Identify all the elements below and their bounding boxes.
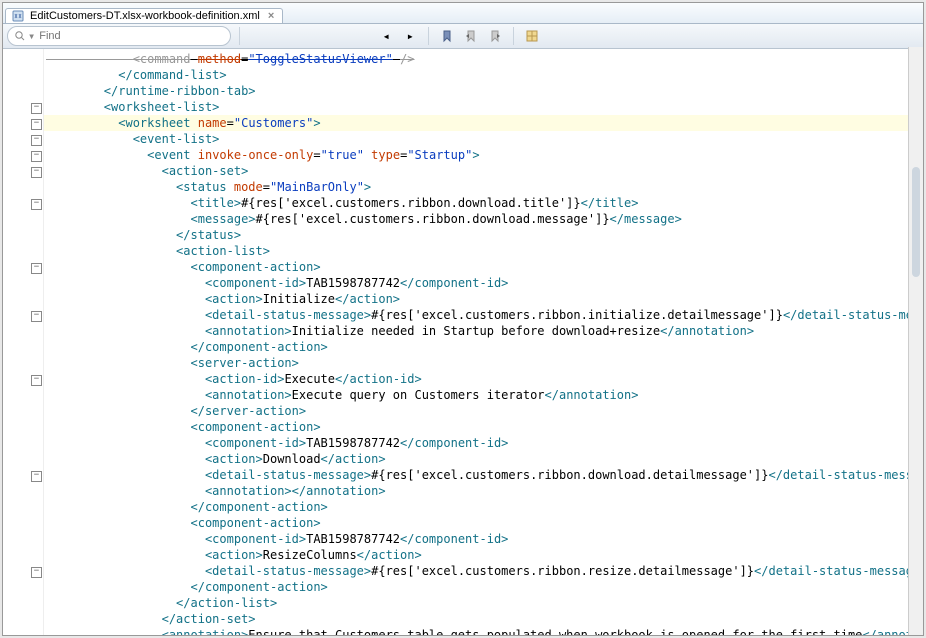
code-line[interactable]: </server-action> bbox=[44, 403, 923, 419]
code-line[interactable]: <component-action> bbox=[44, 419, 923, 435]
code-line[interactable]: <action-set> bbox=[44, 163, 923, 179]
fold-toggle[interactable]: − bbox=[31, 199, 42, 210]
code-line[interactable]: <annotation>Ensure that Customers table … bbox=[44, 627, 923, 636]
code-line[interactable]: <annotation>Initialize needed in Startup… bbox=[44, 323, 923, 339]
code-line[interactable]: </component-action> bbox=[44, 499, 923, 515]
editor-frame: EditCustomers-DT.xlsx-workbook-definitio… bbox=[2, 2, 924, 636]
code-lines[interactable]: <command method="ToggleStatusViewer" /> … bbox=[44, 49, 923, 636]
code-line[interactable]: <annotation></annotation> bbox=[44, 483, 923, 499]
code-line[interactable]: <annotation>Execute query on Customers i… bbox=[44, 387, 923, 403]
code-line[interactable]: </action-list> bbox=[44, 595, 923, 611]
grid-icon bbox=[525, 29, 539, 43]
fold-toggle[interactable]: − bbox=[31, 135, 42, 146]
prev-bookmark-button[interactable] bbox=[461, 26, 481, 46]
fold-toggle[interactable]: − bbox=[31, 263, 42, 274]
code-line[interactable]: <component-id>TAB1598787742</component-i… bbox=[44, 531, 923, 547]
dropdown-icon[interactable]: ▾ bbox=[28, 29, 35, 43]
code-line[interactable]: <event invoke-once-only="true" type="Sta… bbox=[44, 147, 923, 163]
code-line[interactable]: </component-action> bbox=[44, 339, 923, 355]
code-line[interactable]: <component-action> bbox=[44, 259, 923, 275]
grid-button[interactable] bbox=[522, 26, 542, 46]
code-line[interactable]: <detail-status-message>#{res['excel.cust… bbox=[44, 467, 923, 483]
file-tab[interactable]: EditCustomers-DT.xlsx-workbook-definitio… bbox=[5, 8, 283, 23]
scrollbar-thumb[interactable] bbox=[912, 167, 920, 277]
toolbar: ▾ ◂ ▸ bbox=[3, 24, 923, 49]
fold-toggle[interactable]: − bbox=[31, 167, 42, 178]
fold-toggle[interactable]: − bbox=[31, 311, 42, 322]
flag-left-icon bbox=[464, 29, 478, 43]
overview-ruler[interactable] bbox=[908, 47, 923, 635]
code-line[interactable]: <event-list> bbox=[44, 131, 923, 147]
fold-toggle[interactable]: − bbox=[31, 375, 42, 386]
arrow-right-icon: ▸ bbox=[407, 29, 414, 43]
tab-title: EditCustomers-DT.xlsx-workbook-definitio… bbox=[30, 10, 260, 22]
nav-prev-button[interactable]: ◂ bbox=[376, 26, 396, 46]
code-line[interactable]: </component-action> bbox=[44, 579, 923, 595]
next-bookmark-button[interactable] bbox=[485, 26, 505, 46]
close-tab-icon[interactable]: × bbox=[266, 10, 276, 22]
fold-toggle[interactable]: − bbox=[31, 119, 42, 130]
fold-toggle[interactable]: − bbox=[31, 103, 42, 114]
code-line[interactable]: <worksheet name="Customers"> bbox=[44, 115, 923, 131]
fold-toggle[interactable]: − bbox=[31, 471, 42, 482]
code-line[interactable]: </command-list> bbox=[44, 67, 923, 83]
separator bbox=[428, 27, 429, 45]
search-icon bbox=[14, 30, 26, 42]
find-input[interactable] bbox=[37, 29, 224, 43]
fold-toggle[interactable]: − bbox=[31, 567, 42, 578]
code-line[interactable]: <detail-status-message>#{res['excel.cust… bbox=[44, 307, 923, 323]
code-line[interactable]: <status mode="MainBarOnly"> bbox=[44, 179, 923, 195]
code-line[interactable]: <action>Download</action> bbox=[44, 451, 923, 467]
find-box[interactable]: ▾ bbox=[7, 26, 231, 46]
code-line[interactable]: </action-set> bbox=[44, 611, 923, 627]
code-line[interactable]: <server-action> bbox=[44, 355, 923, 371]
code-line[interactable]: <detail-status-message>#{res['excel.cust… bbox=[44, 563, 923, 579]
flag-right-icon bbox=[488, 29, 502, 43]
tab-bar: EditCustomers-DT.xlsx-workbook-definitio… bbox=[3, 3, 923, 24]
code-line[interactable]: <action>ResizeColumns</action> bbox=[44, 547, 923, 563]
code-line[interactable]: <worksheet-list> bbox=[44, 99, 923, 115]
code-line[interactable]: <title>#{res['excel.customers.ribbon.dow… bbox=[44, 195, 923, 211]
code-line[interactable]: <action-id>Execute</action-id> bbox=[44, 371, 923, 387]
bookmark-icon bbox=[440, 29, 454, 43]
code-line[interactable]: <action>Initialize</action> bbox=[44, 291, 923, 307]
xml-file-icon bbox=[12, 10, 24, 22]
fold-gutter[interactable]: − − − − − − − − − − − bbox=[3, 49, 44, 636]
code-line[interactable]: <command method="ToggleStatusViewer" /> bbox=[44, 51, 923, 67]
code-line[interactable]: <component-id>TAB1598787742</component-i… bbox=[44, 275, 923, 291]
fold-toggle[interactable]: − bbox=[31, 151, 42, 162]
code-line[interactable]: <component-action> bbox=[44, 515, 923, 531]
code-line[interactable]: </runtime-ribbon-tab> bbox=[44, 83, 923, 99]
code-line[interactable]: <message>#{res['excel.customers.ribbon.d… bbox=[44, 211, 923, 227]
code-line[interactable]: <action-list> bbox=[44, 243, 923, 259]
nav-next-button[interactable]: ▸ bbox=[400, 26, 420, 46]
code-editor[interactable]: − − − − − − − − − − − <command method="ToggleStatu… bbox=[3, 49, 923, 636]
arrow-left-icon: ◂ bbox=[383, 29, 390, 43]
code-line[interactable]: </status> bbox=[44, 227, 923, 243]
separator bbox=[239, 27, 240, 45]
separator bbox=[513, 27, 514, 45]
bookmark-button[interactable] bbox=[437, 26, 457, 46]
code-line[interactable]: <component-id>TAB1598787742</component-i… bbox=[44, 435, 923, 451]
